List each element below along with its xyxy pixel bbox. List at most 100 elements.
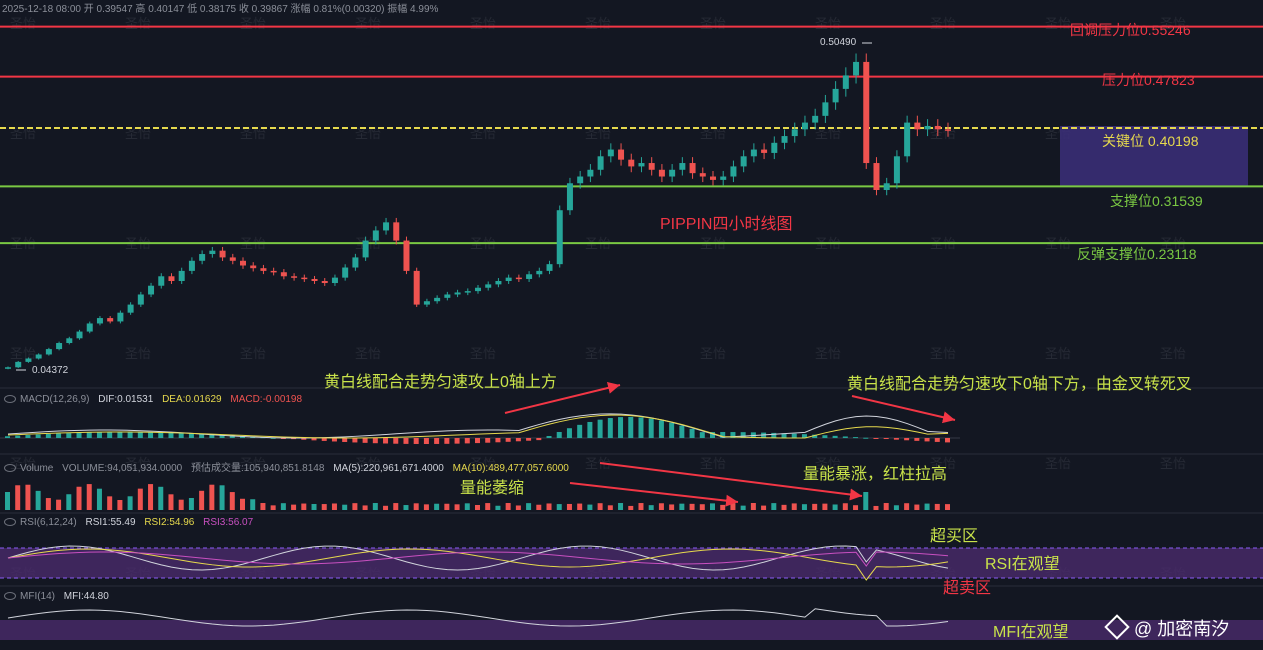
candle-body [618, 149, 625, 160]
candle-body [107, 318, 114, 322]
macd-bar [618, 417, 624, 438]
watermark: 圣怡 [815, 347, 841, 362]
volume-bar [56, 499, 62, 510]
macd-bar [628, 416, 634, 438]
macd-bar [587, 421, 593, 438]
candle-body [423, 301, 430, 305]
volume-bar [771, 503, 777, 510]
logo-icon [1104, 614, 1130, 640]
candle-body [321, 281, 328, 284]
volume-bar [434, 503, 440, 510]
volume-bar [280, 503, 286, 510]
macd-bar [832, 435, 838, 438]
candle-body [546, 264, 553, 271]
macd-dea: DEA:0.01629 [162, 394, 222, 405]
macd-bar [86, 432, 92, 438]
candle-body [372, 230, 379, 241]
watermark: 圣怡 [125, 17, 151, 32]
watermark: 圣怡 [240, 127, 266, 142]
volume-bar [240, 498, 245, 510]
watermark: 圣怡 [930, 237, 956, 252]
volume-bar [260, 503, 266, 510]
macd-bar [464, 438, 470, 444]
candle-body [362, 240, 369, 258]
volume-bar [638, 503, 644, 510]
macd-bar [168, 432, 174, 438]
watermark: 圣怡 [470, 17, 496, 32]
candle-body [566, 183, 573, 211]
candle-body [260, 268, 267, 271]
low-price-marker: 0.04372 [32, 365, 69, 376]
candle-body [35, 354, 42, 359]
eye-icon[interactable] [4, 464, 16, 473]
watermark: 圣怡 [355, 17, 381, 32]
watermark: 圣怡 [1160, 347, 1186, 362]
volume-bar [270, 505, 276, 510]
level-label-resistance: 压力位0.47823 [1102, 72, 1195, 88]
macd-bar [771, 432, 777, 438]
eye-icon[interactable] [4, 518, 16, 527]
volume-bar [842, 503, 848, 510]
macd-bar [5, 436, 10, 438]
volume-bar [199, 490, 205, 510]
candle-body [679, 163, 686, 170]
macd-bar [689, 428, 695, 438]
macd-header: MACD(12,26,9) DIF:0.01531 DEA:0.01629 MA… [4, 394, 302, 405]
candle-body [454, 292, 461, 295]
candle-body [45, 349, 52, 355]
macd-bar [526, 438, 532, 441]
watermark: 圣怡 [10, 17, 36, 32]
ohlc-readout: 2025-12-18 08:00 开 0.39547 高 0.40147 低 0… [2, 4, 439, 15]
candle-body [434, 297, 441, 302]
macd-bar [403, 438, 409, 444]
watermark: 圣怡 [125, 127, 151, 142]
macd-bar [577, 424, 583, 438]
macd-bar [127, 432, 133, 438]
eye-icon[interactable] [4, 592, 16, 601]
volume-bar [158, 486, 164, 510]
candle-body [444, 294, 451, 298]
volume-bar [178, 499, 184, 510]
watermark: 圣怡 [930, 347, 956, 362]
macd-bar [454, 438, 460, 444]
rsi3-value: RSI3:56.07 [203, 517, 254, 528]
candle-body [229, 257, 236, 261]
watermark: 圣怡 [700, 347, 726, 362]
volume-bar [475, 505, 480, 510]
candle-body [413, 270, 420, 305]
macd-bar [638, 417, 644, 438]
volume-bar [372, 503, 378, 510]
candle-body [791, 129, 798, 137]
watermark: 圣怡 [1160, 457, 1186, 472]
watermark: 圣怡 [930, 17, 956, 32]
candle-body [25, 358, 32, 362]
volume-bar [168, 494, 174, 510]
volume-bar [485, 503, 491, 510]
volume-bar [25, 484, 31, 510]
candle-body [250, 265, 257, 269]
watermark: 圣怡 [1045, 237, 1071, 252]
macd-bar [137, 432, 143, 438]
candle-body [771, 142, 778, 153]
watermark: 圣怡 [10, 347, 36, 362]
eye-icon[interactable] [4, 395, 16, 404]
macd-bar [178, 432, 184, 438]
volume-bar [423, 504, 429, 510]
candle-body [188, 260, 195, 271]
candle-body [720, 176, 727, 180]
candle-body [475, 287, 481, 292]
level-label-rebound-support: 反弹支撑位0.23118 [1077, 246, 1197, 262]
macd-bar [791, 433, 797, 438]
candle-body [393, 222, 400, 241]
watermark: 圣怡 [700, 127, 726, 142]
volume-bar [403, 505, 409, 510]
candle-body [781, 136, 788, 143]
volume-bar [536, 504, 542, 510]
annotation-oversold: 超卖区 [943, 580, 992, 597]
rsi-name: RSI(6,12,24) [20, 517, 77, 528]
candle-body [873, 163, 880, 190]
volume-bar [934, 503, 940, 510]
macd-bar [495, 438, 501, 443]
candle-body [934, 125, 941, 130]
watermark: 圣怡 [700, 457, 726, 472]
